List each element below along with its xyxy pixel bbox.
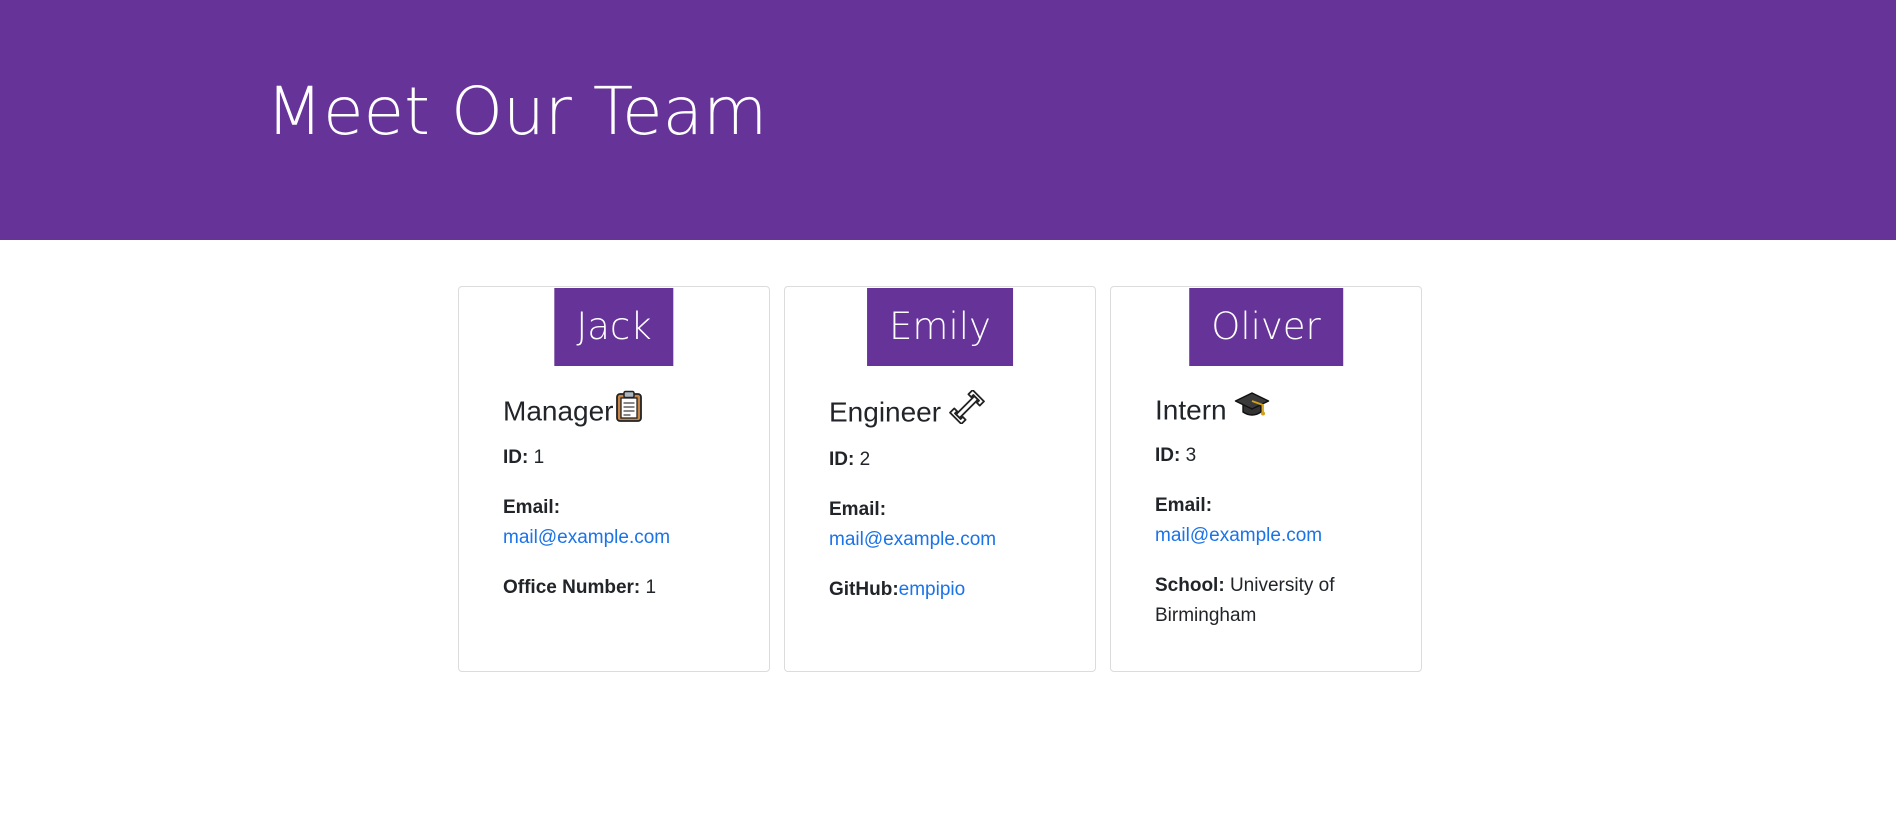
github-link[interactable]: empipio — [899, 579, 966, 600]
id-value: 2 — [859, 449, 871, 470]
team-card-engineer: Emily Engineer ID: 2 Email: mail@example.… — [784, 286, 1096, 672]
clipboard-icon — [614, 390, 644, 430]
employee-email: Email: mail@example.com — [829, 495, 1069, 555]
card-body: Intern ID: 3 Email: mail@example.com Scho… — [1155, 390, 1395, 631]
email-link[interactable]: mail@example.com — [503, 527, 670, 548]
wrench-icon — [949, 389, 985, 432]
employee-email: Email: mail@example.com — [1155, 491, 1395, 551]
school-label: School: — [1155, 575, 1225, 596]
employee-email: Email: mail@example.com — [503, 493, 743, 553]
role-label: Intern — [1155, 394, 1227, 426]
card-body: Engineer ID: 2 Email: mail@example.com Gi… — [829, 389, 1069, 605]
github-label: GitHub: — [829, 579, 899, 600]
id-label: ID: — [503, 447, 529, 468]
header-banner: Meet Our Team — [0, 0, 1896, 240]
id-value: 3 — [1185, 445, 1197, 466]
email-link[interactable]: mail@example.com — [1155, 525, 1322, 546]
employee-id: ID: 1 — [503, 443, 743, 473]
office-number-value: 1 — [645, 577, 657, 598]
role-label: Manager — [503, 395, 614, 427]
id-label: ID: — [1155, 445, 1181, 466]
employee-github: GitHub:empipio — [829, 575, 1069, 605]
team-cards: Jack Manager ID: 1 Email: mail@example.co… — [458, 286, 1424, 674]
employee-name: Jack — [554, 288, 674, 366]
page-title: Meet Our Team — [266, 73, 768, 150]
email-label: Email: — [829, 499, 887, 520]
id-value: 1 — [533, 447, 545, 468]
employee-name: Emily — [867, 288, 1013, 366]
employee-school: School: University of Birmingham — [1155, 571, 1395, 631]
employee-role: Engineer — [829, 389, 1069, 435]
employee-id: ID: 2 — [829, 445, 1069, 475]
card-body: Manager ID: 1 Email: mail@example.com Off… — [503, 390, 743, 603]
office-number-label: Office Number: — [503, 577, 641, 598]
employee-name: Oliver — [1189, 288, 1343, 366]
employee-office-number: Office Number: 1 — [503, 573, 743, 603]
id-label: ID: — [829, 449, 855, 470]
team-card-manager: Jack Manager ID: 1 Email: mail@example.co… — [458, 286, 770, 672]
employee-role: Intern — [1155, 390, 1395, 431]
graduation-cap-icon — [1234, 390, 1270, 428]
employee-id: ID: 3 — [1155, 441, 1395, 471]
team-card-intern: Oliver Intern ID: 3 Email: mail@example.c… — [1110, 286, 1422, 672]
employee-role: Manager — [503, 390, 743, 433]
role-label: Engineer — [829, 396, 942, 428]
email-link[interactable]: mail@example.com — [829, 529, 996, 550]
email-label: Email: — [503, 497, 561, 518]
email-label: Email: — [1155, 495, 1213, 516]
